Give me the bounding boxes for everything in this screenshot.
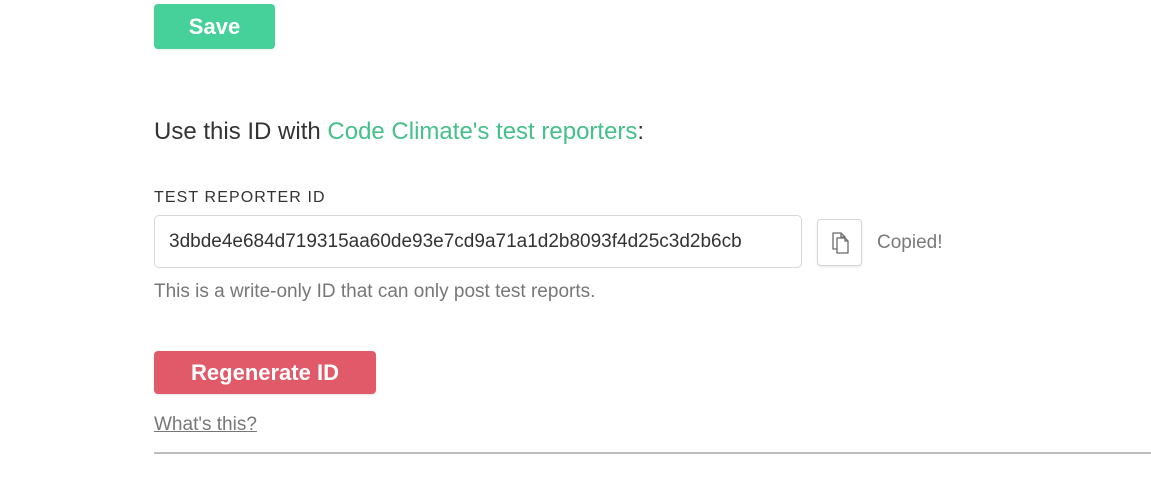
copy-button[interactable]: [817, 219, 862, 266]
save-button[interactable]: Save: [154, 4, 275, 49]
copy-icon: [828, 230, 852, 256]
intro-prefix: Use this ID with: [154, 118, 328, 145]
id-help-text: This is a write-only ID that can only po…: [154, 281, 596, 302]
test-reporters-link[interactable]: Code Climate's test reporters: [327, 118, 637, 145]
test-reporter-id-field[interactable]: [154, 215, 802, 268]
copied-status: Copied!: [877, 232, 943, 253]
intro-suffix: :: [637, 118, 645, 145]
whats-this-link[interactable]: What's this?: [154, 413, 257, 437]
regenerate-id-button[interactable]: Regenerate ID: [154, 351, 376, 394]
section-divider: [154, 452, 1151, 454]
test-reporter-id-label: TEST REPORTER ID: [154, 189, 326, 206]
test-reporter-intro: Use this ID with Code Climate's test rep…: [154, 116, 644, 148]
